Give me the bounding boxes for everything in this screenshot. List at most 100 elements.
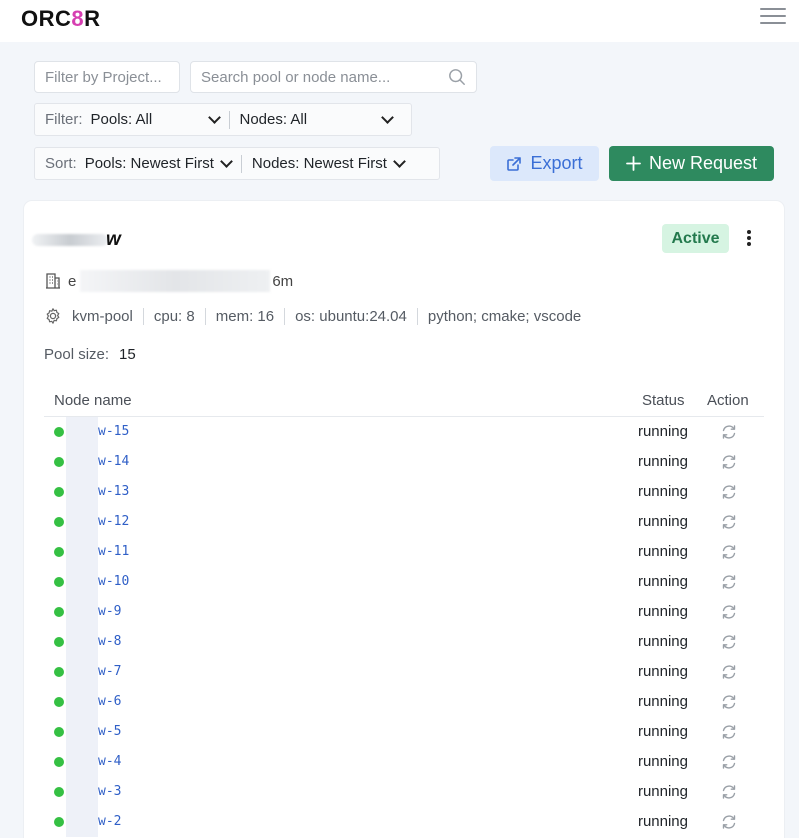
external-link-icon xyxy=(506,156,522,172)
spec-os: os: ubuntu:24.04 xyxy=(284,307,417,325)
refresh-icon[interactable] xyxy=(720,573,738,591)
logo-text-prefix: ORC xyxy=(21,6,72,31)
status-dot-icon xyxy=(54,457,64,467)
refresh-icon[interactable] xyxy=(720,483,738,501)
redacted-text xyxy=(66,597,98,627)
project-filter-input[interactable]: Filter by Project... xyxy=(34,61,180,93)
node-name-link[interactable]: w-3 xyxy=(98,784,121,799)
pool-specs: kvm-pool cpu: 8 mem: 16 os: ubuntu:24.04… xyxy=(44,305,591,327)
redacted-text xyxy=(66,507,98,537)
redacted-text xyxy=(66,537,98,567)
refresh-icon[interactable] xyxy=(720,633,738,651)
refresh-icon[interactable] xyxy=(720,783,738,801)
table-row: w-4 running xyxy=(44,747,764,777)
table-row: w-2 running xyxy=(44,807,764,837)
hamburger-icon[interactable] xyxy=(760,8,786,26)
new-request-label: New Request xyxy=(648,153,758,173)
new-request-button[interactable]: New Request xyxy=(609,146,774,181)
nodes-filter-dropdown[interactable]: Nodes: All xyxy=(239,110,394,128)
gear-icon xyxy=(46,308,60,324)
node-name-link[interactable]: w-9 xyxy=(98,604,121,619)
node-name-link[interactable]: w-15 xyxy=(98,424,129,439)
node-status: running xyxy=(637,603,688,620)
status-dot-icon xyxy=(54,637,64,647)
more-options-icon[interactable] xyxy=(744,230,754,248)
node-status: running xyxy=(637,783,688,800)
table-row: w-5 running xyxy=(44,717,764,747)
nodes-sort-dropdown[interactable]: Nodes: Newest First xyxy=(252,154,406,172)
project-filter-placeholder: Filter by Project... xyxy=(45,68,162,86)
node-status: running xyxy=(637,543,688,560)
chevron-down-icon xyxy=(220,154,233,168)
building-icon xyxy=(46,273,60,289)
node-name-link[interactable]: w-8 xyxy=(98,634,121,649)
node-status: running xyxy=(637,813,688,830)
status-dot-icon xyxy=(54,427,64,437)
logo-text-eight: 8 xyxy=(71,6,85,31)
node-status: running xyxy=(637,663,688,680)
refresh-icon[interactable] xyxy=(720,513,738,531)
status-dot-icon xyxy=(54,517,64,527)
refresh-icon[interactable] xyxy=(720,663,738,681)
node-name-link[interactable]: w-2 xyxy=(98,814,121,829)
filter-label: Filter: xyxy=(45,111,83,128)
column-header-status: Status xyxy=(642,392,685,409)
refresh-icon[interactable] xyxy=(720,543,738,561)
node-name-link[interactable]: w-11 xyxy=(98,544,129,559)
node-status: running xyxy=(637,723,688,740)
refresh-icon[interactable] xyxy=(720,453,738,471)
nodes-filter-value: Nodes: All xyxy=(239,111,308,128)
project-suffix: 6m xyxy=(272,272,294,290)
status-dot-icon xyxy=(54,787,64,797)
search-icon[interactable] xyxy=(448,68,466,86)
node-name-link[interactable]: w-13 xyxy=(98,484,129,499)
node-name-link[interactable]: w-4 xyxy=(98,754,121,769)
pools-filter-dropdown[interactable]: Pools: All xyxy=(90,110,221,128)
node-name-link[interactable]: w-12 xyxy=(98,514,129,529)
table-row: w-13 running xyxy=(44,477,764,507)
redacted-text xyxy=(80,270,271,292)
pools-filter-value: Pools: All xyxy=(90,111,153,128)
search-input[interactable]: Search pool or node name... xyxy=(190,61,477,93)
table-row: w-12 running xyxy=(44,507,764,537)
redacted-text xyxy=(66,627,98,657)
redacted-text xyxy=(66,747,98,777)
node-name-link[interactable]: w-14 xyxy=(98,454,129,469)
node-name-link[interactable]: w-5 xyxy=(98,724,121,739)
node-status: running xyxy=(637,483,688,500)
redacted-text xyxy=(66,687,98,717)
column-header-node-name: Node name xyxy=(54,392,132,409)
refresh-icon[interactable] xyxy=(720,603,738,621)
table-row: w-8 running xyxy=(44,627,764,657)
status-dot-icon xyxy=(54,697,64,707)
refresh-icon[interactable] xyxy=(720,813,738,831)
refresh-icon[interactable] xyxy=(720,723,738,741)
refresh-icon[interactable] xyxy=(720,423,738,441)
nodes-table-header: Node name Status Action xyxy=(44,385,764,417)
refresh-icon[interactable] xyxy=(720,693,738,711)
redacted-text xyxy=(66,567,98,597)
pools-sort-dropdown[interactable]: Pools: Newest First xyxy=(85,154,233,172)
nodes-table-body: w-15 running w-14 running w-13 running w-12 run… xyxy=(44,417,764,837)
divider xyxy=(228,110,230,129)
node-name-link[interactable]: w-6 xyxy=(98,694,121,709)
plus-icon xyxy=(626,156,641,171)
node-name-link[interactable]: w-7 xyxy=(98,664,121,679)
chevron-down-icon xyxy=(207,110,221,124)
pool-project: e 6m xyxy=(44,270,293,292)
node-name-link[interactable]: w-10 xyxy=(98,574,129,589)
project-prefix: e xyxy=(68,272,77,290)
table-row: w-11 running xyxy=(44,537,764,567)
filter-bar: Filter: Pools: All Nodes: All xyxy=(34,103,412,136)
table-row: w-10 running xyxy=(44,567,764,597)
refresh-icon[interactable] xyxy=(720,753,738,771)
app-logo[interactable]: ORC8R xyxy=(21,6,101,32)
export-button[interactable]: Export xyxy=(490,146,599,181)
chevron-down-icon xyxy=(393,154,406,168)
top-bar: ORC8R xyxy=(0,0,799,42)
spec-cpu: cpu: 8 xyxy=(142,307,205,325)
chevron-down-icon xyxy=(380,110,394,124)
spec-memory: mem: 16 xyxy=(204,307,284,325)
logo-text-suffix: R xyxy=(84,6,101,31)
redacted-text xyxy=(66,447,98,477)
